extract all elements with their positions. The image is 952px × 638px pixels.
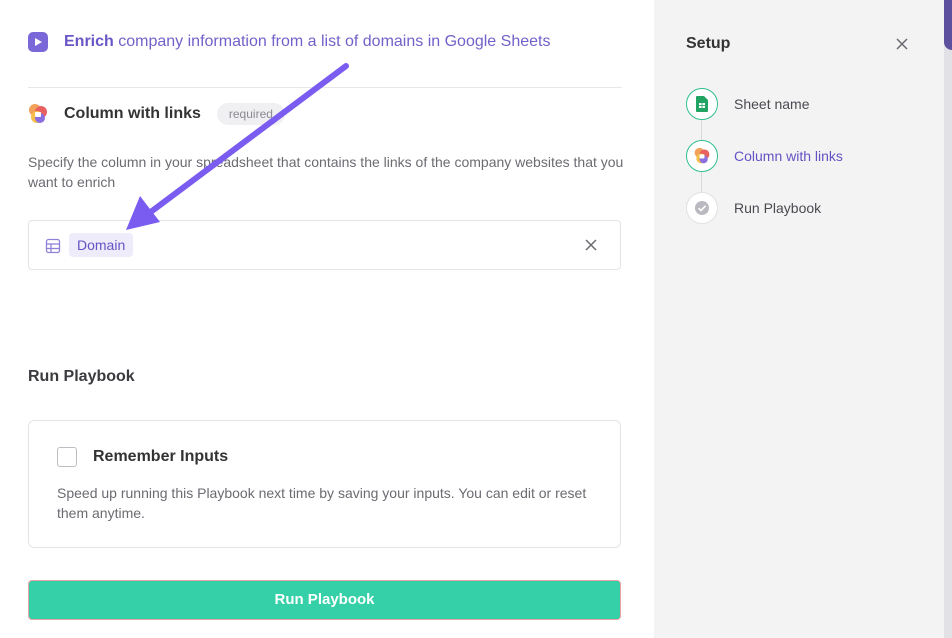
setup-title: Setup xyxy=(686,35,731,52)
close-icon[interactable] xyxy=(895,37,909,51)
setup-sidebar: Setup Sheet name Column with links Run P… xyxy=(654,0,952,638)
remember-inputs-card: Remember Inputs Speed up running this Pl… xyxy=(28,420,621,548)
remember-inputs-description: Speed up running this Playbook next time… xyxy=(57,485,587,521)
step-connector xyxy=(701,172,702,192)
remember-inputs-label[interactable]: Remember Inputs xyxy=(93,448,228,466)
clay-logo-icon xyxy=(29,104,47,123)
play-icon xyxy=(28,32,48,52)
section-description: Specify the column in your spreadsheet t… xyxy=(28,154,624,190)
playbook-form-panel: Enrich company information from a list o… xyxy=(0,0,654,638)
clear-icon[interactable] xyxy=(584,238,598,252)
table-icon xyxy=(45,238,61,254)
setup-step-column-with-links[interactable]: Column with links xyxy=(686,140,926,172)
divider xyxy=(28,87,622,88)
clay-logo-icon xyxy=(694,147,710,164)
step-connector xyxy=(701,120,702,140)
google-sheets-icon xyxy=(696,96,708,112)
background-window-edge xyxy=(944,0,952,638)
remember-inputs-checkbox[interactable] xyxy=(57,447,77,467)
run-playbook-button[interactable]: Run Playbook xyxy=(28,580,621,620)
column-section-header: Column with links required xyxy=(28,103,285,125)
setup-step-run-playbook[interactable]: Run Playbook xyxy=(686,192,926,224)
run-playbook-heading: Run Playbook xyxy=(28,368,135,385)
selected-column-chip[interactable]: Domain xyxy=(69,233,134,257)
required-badge: required xyxy=(216,103,285,125)
step-label: Run Playbook xyxy=(734,200,822,216)
section-title: Column with links xyxy=(64,105,201,122)
playbook-title-row: Enrich company information from a list o… xyxy=(28,32,550,52)
column-select-input[interactable]: Domain xyxy=(28,220,621,270)
step-label: Column with links xyxy=(734,148,843,164)
playbook-title: Enrich company information from a list o… xyxy=(64,33,551,50)
setup-step-sheet-name[interactable]: Sheet name xyxy=(686,88,926,120)
check-circle-icon xyxy=(695,201,709,215)
step-label: Sheet name xyxy=(734,96,810,112)
